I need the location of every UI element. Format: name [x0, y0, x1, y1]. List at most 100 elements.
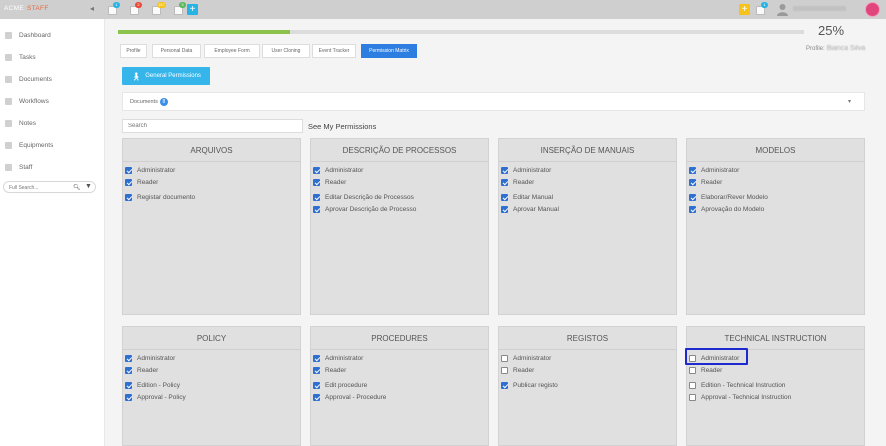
search-icon[interactable]: 🔍︎ — [73, 184, 81, 191]
permission-checkbox-row[interactable]: Elaborar/Rever Modelo — [689, 194, 768, 201]
permission-checkbox-row[interactable]: Edit procedure — [313, 382, 367, 389]
permission-label: Reader — [513, 178, 535, 186]
permission-checkbox[interactable] — [689, 194, 696, 201]
permission-checkbox-row[interactable]: Approval - Technical Instruction — [689, 393, 791, 401]
sidebar-item-staff[interactable]: Staff — [4, 160, 32, 174]
permission-label: Reader — [325, 366, 347, 374]
add-icon[interactable]: + — [187, 4, 198, 15]
sidebar-item-documents[interactable]: Documents — [4, 72, 52, 86]
permission-checkbox[interactable] — [125, 393, 132, 401]
permission-checkbox-row[interactable]: Reader — [501, 178, 535, 186]
permission-checkbox-row[interactable]: Administrator — [125, 355, 175, 362]
permission-checkbox[interactable] — [125, 178, 132, 186]
profile-name: Bianca Silva — [826, 45, 866, 52]
filter-icon[interactable]: ▼ — [85, 183, 92, 190]
full-search: 🔍︎ ▼ — [3, 181, 96, 193]
permission-checkbox-row[interactable]: Reader — [313, 178, 346, 186]
permission-checkbox[interactable] — [501, 382, 508, 389]
permission-label: Editar Descrição de Processos — [325, 194, 414, 201]
permission-checkbox-row[interactable]: Administrator — [689, 355, 739, 362]
permission-checkbox-row[interactable]: Registar documento — [125, 194, 195, 201]
sidebar-item-tasks[interactable]: Tasks — [4, 50, 36, 64]
avatar[interactable] — [865, 2, 880, 17]
tab-user-cloning[interactable]: User Cloning — [262, 44, 310, 58]
permission-checkbox[interactable] — [689, 366, 696, 374]
permission-checkbox-row[interactable]: Publicar registo — [501, 382, 558, 389]
permission-checkbox-row[interactable]: Edition - Technical Instruction — [689, 382, 785, 389]
permission-checkbox-row[interactable]: Edition - Policy — [125, 382, 180, 389]
permission-checkbox-row[interactable]: Administrator — [689, 167, 739, 174]
permission-checkbox-row[interactable]: Reader — [689, 366, 722, 374]
sidebar-item-dashboard[interactable]: Dashboard — [4, 28, 51, 42]
general-permissions-button[interactable]: 🚶︎ General Permissions — [122, 67, 210, 85]
notification-document-icon[interactable]: 1 — [108, 2, 120, 15]
permission-checkbox[interactable] — [125, 355, 132, 362]
permission-checkbox-row[interactable]: Approval - Procedure — [313, 393, 386, 401]
permission-checkbox[interactable] — [501, 178, 508, 186]
permission-checkbox-row[interactable]: Administrator — [501, 355, 551, 362]
permission-checkbox[interactable] — [689, 167, 696, 174]
permission-checkbox[interactable] — [313, 205, 320, 213]
permission-checkbox-row[interactable]: Reader — [125, 366, 158, 374]
permission-checkbox-row[interactable]: Reader — [501, 366, 534, 374]
permission-checkbox[interactable] — [313, 393, 320, 401]
tab-event-tracker[interactable]: Event Tracker — [312, 44, 356, 58]
card-divider — [687, 161, 864, 162]
permission-checkbox[interactable] — [313, 194, 320, 201]
permission-checkbox-row[interactable]: Aprovação do Modelo — [689, 205, 764, 213]
sidebar-item-equipments[interactable]: Equipments — [4, 138, 53, 152]
permission-checkbox[interactable] — [501, 167, 508, 174]
quick-add-icon[interactable]: + — [739, 4, 750, 15]
tab-employee-form[interactable]: Employee Form — [204, 44, 260, 58]
permission-checkbox-row[interactable]: Administrator — [313, 167, 363, 174]
permission-checkbox-row[interactable]: Reader — [125, 178, 158, 186]
permission-checkbox-row[interactable]: Approval - Policy — [125, 393, 186, 401]
permission-checkbox[interactable] — [501, 205, 508, 213]
notification-document-icon[interactable]: 2 — [130, 2, 142, 15]
documents-dropdown[interactable]: Documents 8 ▾ — [122, 92, 865, 111]
permission-checkbox-row[interactable]: Administrator — [125, 167, 175, 174]
permission-checkbox[interactable] — [689, 355, 696, 362]
permission-checkbox-row[interactable]: Aprovar Manual — [501, 205, 559, 213]
permission-checkbox[interactable] — [313, 167, 320, 174]
permission-checkbox-row[interactable]: Reader — [313, 366, 347, 374]
brand-logo[interactable]: ACME STAFF — [4, 5, 49, 12]
messages-icon[interactable]: 1 — [756, 2, 768, 15]
permission-checkbox[interactable] — [125, 167, 132, 174]
tab-profile[interactable]: Profile — [120, 44, 147, 58]
permission-checkbox-row[interactable]: Aprovar Descrição de Processo — [313, 205, 416, 213]
user-icon[interactable] — [776, 3, 789, 16]
permission-checkbox[interactable] — [125, 382, 132, 389]
permission-checkbox[interactable] — [501, 355, 508, 362]
chevron-down-icon[interactable]: ▾ — [848, 98, 851, 105]
collapse-sidebar-icon[interactable]: ◂ — [90, 4, 94, 13]
full-search-input[interactable] — [9, 183, 64, 192]
sidebar-item-label: Equipments — [19, 141, 54, 149]
permission-checkbox[interactable] — [501, 194, 508, 201]
notification-document-icon[interactable]: 157 — [152, 2, 166, 15]
permission-checkbox-row[interactable]: Editar Manual — [501, 194, 553, 201]
permission-checkbox[interactable] — [689, 382, 696, 389]
permission-search-input[interactable] — [122, 119, 303, 133]
permission-checkbox[interactable] — [125, 366, 132, 374]
permission-checkbox[interactable] — [689, 178, 696, 186]
permission-checkbox[interactable] — [313, 355, 320, 362]
tab-personal-data[interactable]: Personal Data — [152, 44, 201, 58]
permission-checkbox[interactable] — [313, 382, 320, 389]
permission-checkbox[interactable] — [501, 366, 508, 374]
permission-checkbox[interactable] — [313, 366, 320, 374]
permission-checkbox[interactable] — [689, 205, 696, 213]
sidebar-item-notes[interactable]: Notes — [4, 116, 36, 130]
permission-checkbox[interactable] — [313, 178, 320, 186]
permission-checkbox-row[interactable]: Administrator — [313, 355, 363, 362]
permission-checkbox[interactable] — [125, 194, 132, 201]
tab-permission-matrix[interactable]: Permission Matrix — [361, 44, 417, 58]
see-my-permissions-link[interactable]: See My Permissions — [308, 122, 376, 131]
user-name[interactable] — [793, 6, 846, 11]
permission-checkbox-row[interactable]: Editar Descrição de Processos — [313, 194, 414, 201]
permission-checkbox-row[interactable]: Administrator — [501, 167, 551, 174]
notification-document-icon[interactable]: 3 — [174, 2, 186, 15]
permission-checkbox-row[interactable]: Reader — [689, 178, 722, 186]
permission-checkbox[interactable] — [689, 393, 696, 401]
sidebar-item-workflows[interactable]: Workflows — [4, 94, 49, 108]
